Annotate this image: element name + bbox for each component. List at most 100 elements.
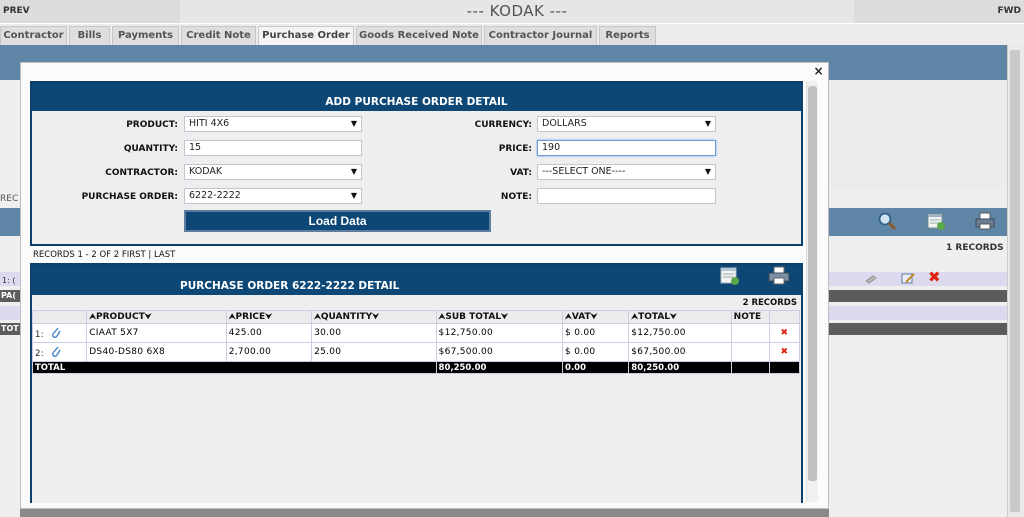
sort-up-icon: ⮝ [314,312,321,321]
quantity-input[interactable]: 15 [184,140,362,156]
price-input[interactable]: 190 [537,140,716,156]
delete-icon[interactable]: ✖ [768,342,801,362]
print-icon[interactable] [974,211,996,231]
header-product[interactable]: ⮝PRODUCT⮟ [86,310,227,324]
delete-icon[interactable]: ✖ [928,270,941,285]
tab-payments[interactable]: Payments [112,26,179,45]
purchase-order-select[interactable]: 6222-2222 ▼ [184,188,362,204]
attachment-icon[interactable] [50,326,62,339]
product-label: PRODUCT: [126,120,178,130]
bg-dark-row-right [829,290,1007,302]
tab-contractor-journal[interactable]: Contractor Journal [484,26,597,45]
sort-down-icon: ⮟ [501,312,508,321]
table-header-row: ⮝PRODUCT⮟ ⮝PRICE⮟ ⮝QUANTITY⮟ ⮝SUB TOTAL⮟… [31,310,801,324]
search-icon[interactable] [877,211,897,231]
bg-row-right [829,272,1007,286]
chevron-down-icon: ▼ [350,191,357,200]
contractor-label: CONTRACTOR: [105,168,178,178]
page-scrollbar-thumb[interactable] [1010,50,1020,512]
contractor-value: KODAK [189,166,223,177]
header-vat[interactable]: ⮝VAT⮟ [562,310,630,324]
product-select[interactable]: HITI 4X6 ▼ [184,116,362,132]
subtotal-cell: $67,500.00 [435,342,564,362]
subtotal-cell: $12,750.00 [435,323,564,343]
row-index-cell: 1: [31,323,88,343]
contractor-select[interactable]: KODAK ▼ [184,164,362,180]
purchase-order-label: PURCHASE ORDER: [81,192,178,202]
attachment-icon[interactable] [864,274,878,284]
purchase-order-detail-panel: PURCHASE ORDER 6222-2222 DETAIL 2 RECORD… [30,263,803,503]
vat-cell: $ 0.00 [562,323,630,343]
export-icon[interactable] [719,266,741,286]
bg-lav-row-left [0,306,20,320]
total-row: TOTAL 80,250.00 0.00 80,250.00 [32,361,801,374]
product-cell: DS40-DS80 6X8 [86,342,227,362]
chevron-down-icon: ▼ [704,119,711,128]
header-price[interactable]: ⮝PRICE⮟ [225,310,313,324]
tab-bills[interactable]: Bills [69,26,110,45]
table-row: 2: DS40-DS80 6X8 2,700.00 25.00 $67,500.… [31,342,801,362]
vat-cell: $ 0.00 [562,342,630,362]
chevron-down-icon: ▼ [350,167,357,176]
sort-down-icon: ⮟ [670,312,677,321]
sort-up-icon: ⮝ [89,312,97,321]
load-data-button[interactable]: Load Data [184,210,491,232]
print-icon[interactable] [767,265,791,286]
po-records-count: 2 RECORDS [742,298,797,308]
tab-contractor[interactable]: Contractor [0,26,67,45]
currency-value: DOLLARS [542,118,587,129]
tab-bar: Contractor Bills Payments Credit Note Pu… [0,24,1024,45]
bg-total-row-right [829,323,1007,335]
edit-icon[interactable] [901,272,916,285]
tab-reports[interactable]: Reports [599,26,656,45]
price-label: PRICE: [498,144,532,154]
prev-link[interactable]: PREV [0,0,180,23]
sort-up-icon: ⮝ [565,312,572,321]
price-cell: 425.00 [225,323,313,343]
price-cell: 2,700.00 [225,342,313,362]
bg-lav-row-right [829,306,1007,320]
row-number: 1: [35,330,44,340]
page-title: --- KODAK --- [466,2,568,20]
quantity-label: QUANTITY: [123,144,178,154]
export-icon[interactable] [926,211,946,231]
sort-down-icon: ⮟ [372,312,380,321]
header-actions [768,310,801,324]
attachment-icon[interactable] [50,345,62,358]
bg-records-count: 1 RECORDS [946,243,1004,253]
background-panel [829,80,1007,190]
header-note: NOTE [730,310,770,324]
close-icon[interactable]: × [812,65,825,78]
po-panel-title: PURCHASE ORDER 6222-2222 DETAIL [180,280,400,292]
currency-select[interactable]: DOLLARS ▼ [537,116,716,132]
header-index [31,310,88,324]
header-quantity[interactable]: ⮝QUANTITY⮟ [311,310,437,324]
sort-down-icon: ⮟ [144,312,152,321]
tab-goods-received-note[interactable]: Goods Received Note [356,26,482,45]
total-subtotal: 80,250.00 [435,361,564,374]
add-purchase-order-detail-panel: ADD PURCHASE ORDER DETAIL PRODUCT: HITI … [30,81,803,246]
header-sub-total[interactable]: ⮝SUB TOTAL⮟ [435,310,564,324]
vat-value: ---SELECT ONE---- [542,166,626,177]
header-total[interactable]: ⮝TOTAL⮟ [628,310,732,324]
total-cell: $67,500.00 [628,342,732,362]
chevron-down-icon: ▼ [704,167,711,176]
row-index-cell: 2: [31,342,88,362]
tab-credit-note[interactable]: Credit Note [181,26,256,45]
vat-label: VAT: [510,168,532,178]
total-label: TOTAL [32,361,437,374]
chevron-down-icon: ▼ [350,119,357,128]
records-pagination[interactable]: RECORDS 1 - 2 OF 2 FIRST | LAST [33,250,175,260]
note-cell [730,342,770,362]
delete-icon[interactable]: ✖ [768,323,801,343]
fwd-link[interactable]: FWD [854,0,1024,23]
note-input[interactable] [537,188,716,204]
modal-scrollbar-thumb[interactable] [808,86,817,481]
sort-down-icon: ⮟ [590,312,598,321]
product-value: HITI 4X6 [189,118,230,129]
tab-purchase-order[interactable]: Purchase Order [258,26,354,45]
background-left-header [0,208,20,236]
vat-select[interactable]: ---SELECT ONE---- ▼ [537,164,716,180]
add-panel-title: ADD PURCHASE ORDER DETAIL [32,83,801,111]
note-label: NOTE: [500,192,532,202]
